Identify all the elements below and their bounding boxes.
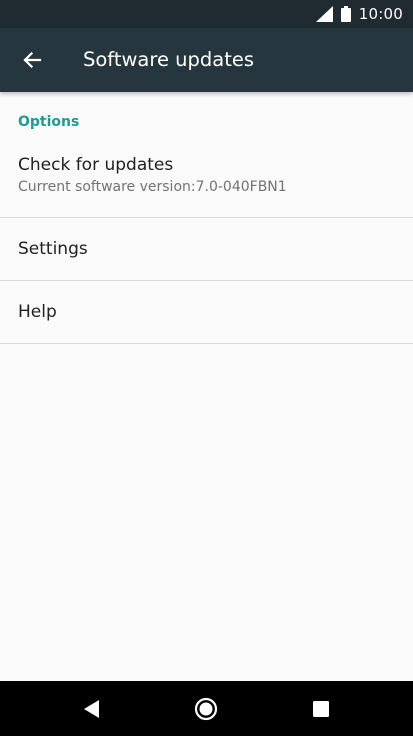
- software-version-subtitle: Current software version:7.0-040FBN1: [18, 179, 287, 195]
- check-for-updates-title: Check for updates: [18, 155, 174, 175]
- signal-icon: [315, 6, 333, 22]
- help-item[interactable]: Help: [0, 281, 413, 344]
- nav-recents-icon: [313, 700, 329, 717]
- nav-recents-button[interactable]: [297, 681, 345, 736]
- nav-home-button[interactable]: [182, 681, 230, 736]
- page-title: Software updates: [83, 48, 255, 71]
- app-bar: Software updates: [0, 28, 413, 92]
- section-header-options: Options: [18, 114, 80, 130]
- navigation-bar: [0, 681, 413, 736]
- back-arrow-icon: [23, 51, 42, 69]
- check-for-updates-item[interactable]: Check for updates Current software versi…: [0, 150, 413, 218]
- status-bar: 10:00: [0, 0, 413, 28]
- settings-list: Options Check for updates Current softwa…: [0, 92, 413, 344]
- back-button[interactable]: [14, 42, 50, 78]
- status-icons: 10:00: [315, 0, 403, 28]
- help-title: Help: [18, 302, 57, 322]
- battery-icon: [340, 6, 351, 22]
- settings-item[interactable]: Settings: [0, 218, 413, 281]
- settings-title: Settings: [18, 239, 88, 259]
- nav-back-icon: [84, 699, 99, 718]
- nav-back-button[interactable]: [68, 681, 116, 736]
- status-time: 10:00: [358, 5, 403, 23]
- nav-home-icon: [194, 697, 218, 720]
